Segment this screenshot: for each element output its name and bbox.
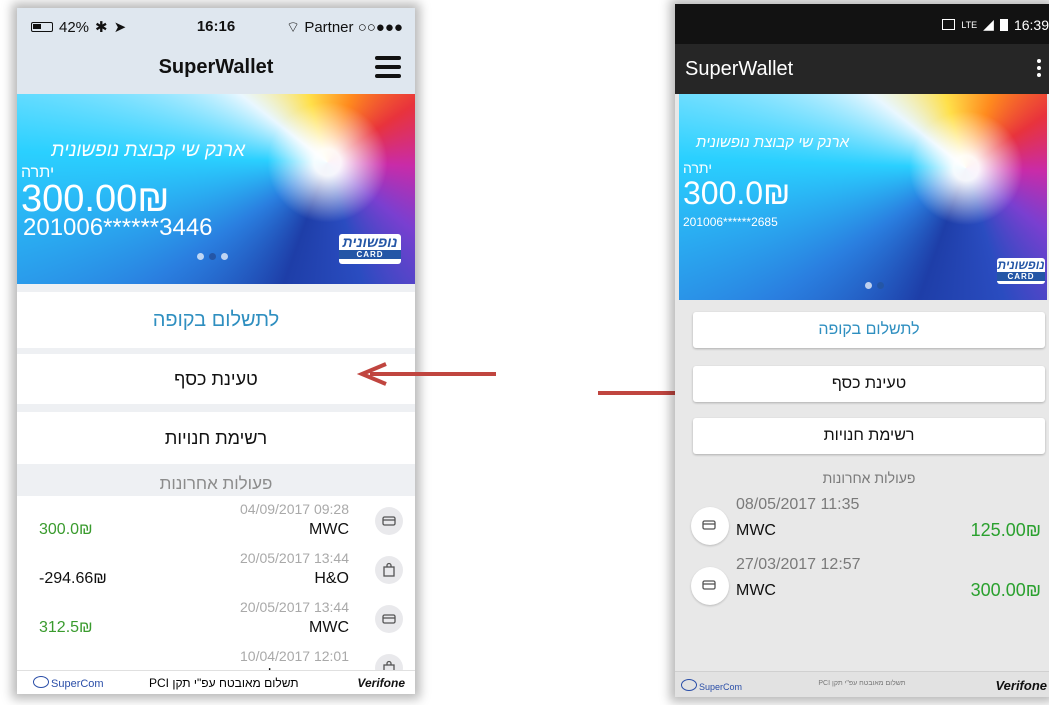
transaction-amount: 300.0₪ (39, 521, 93, 538)
more-options-icon[interactable] (1037, 59, 1041, 80)
pager-dot-active[interactable] (209, 253, 216, 260)
card-name: ארנק שי קבוצת נופשונית (51, 140, 245, 161)
stores-list-button[interactable]: רשימת חנויות (693, 418, 1045, 454)
transaction-amount: 300.00₪ (970, 580, 1041, 600)
android-app-bar: SuperWallet (675, 44, 1049, 94)
nofshonit-card-logo: נופשונית CARD (997, 258, 1045, 284)
card-pager[interactable] (865, 282, 884, 289)
transaction-row[interactable]: 04/09/2017 09:28 MWC 300.0₪ (17, 497, 415, 547)
pager-dot[interactable] (865, 282, 872, 289)
transaction-merchant: MWC (309, 521, 349, 538)
balance-label: יתרה (683, 160, 712, 176)
pager-dot-active[interactable] (877, 282, 884, 289)
load-money-button[interactable]: טעינת כסף (693, 366, 1045, 402)
transaction-merchant: MWC (736, 582, 776, 599)
status-time: 16:39 (1013, 16, 1049, 33)
card-icon (691, 507, 729, 545)
bag-icon (375, 556, 403, 584)
transaction-amount: -294.66₪ (39, 570, 107, 587)
card-pager[interactable] (197, 253, 228, 260)
pager-dot[interactable] (197, 253, 204, 260)
divider (17, 284, 415, 292)
card-name: ארנק שי קבוצת נופשונית (696, 134, 849, 151)
pci-secure-text: תשלום מאובטח עפ"י תקן PCI (149, 676, 299, 690)
recent-activity-title: פעולות אחרונות (822, 470, 916, 486)
transaction-row[interactable]: 20/05/2017 13:44 H&O -294.66₪ (17, 546, 415, 596)
transaction-datetime: 20/05/2017 13:44 (240, 599, 349, 615)
recent-activity-title: פעולות אחרונות (159, 474, 273, 493)
logo-text: נופשונית (997, 258, 1045, 272)
verifone-logo: Verifone (995, 678, 1047, 693)
transaction-merchant: MWC (309, 619, 349, 636)
logo-sub: CARD (339, 250, 401, 259)
card-icon (691, 567, 729, 605)
transaction-datetime: 27/03/2017 12:57 (736, 556, 861, 573)
app-title: SuperWallet (158, 56, 274, 78)
transaction-datetime: 08/05/2017 11:35 (736, 496, 860, 513)
wallet-card[interactable]: ארנק שי קבוצת נופשונית יתרה 300.00₪ 2010… (17, 94, 415, 284)
wifi-icon: ⌔ (286, 19, 301, 36)
ios-nav-bar: SuperWallet (17, 44, 415, 95)
logo-sub: CARD (997, 272, 1045, 281)
card-icon (375, 507, 403, 535)
cast-icon (942, 19, 956, 30)
card-balance: 300.0₪ (683, 175, 791, 211)
android-screenshot: LTE ◢ 16:39 SuperWallet ארנק שי קבוצת נו… (675, 4, 1049, 697)
transaction-amount: 125.00₪ (970, 520, 1041, 540)
pci-secure-text: תשלום מאובטח עפ"י תקן PCI (818, 680, 906, 687)
wallet-card[interactable]: ארנק שי קבוצת נופשונית יתרה 300.0₪ 20100… (679, 94, 1047, 300)
pay-at-register-button[interactable]: לתשלום בקופה (17, 292, 415, 348)
android-status-bar: LTE ◢ 16:39 (675, 4, 1049, 44)
card-number: 201006******3446 (23, 214, 213, 241)
transaction-row[interactable]: 20/05/2017 13:44 MWC 312.5₪ (17, 595, 415, 645)
network-type: LTE (961, 19, 978, 30)
app-title: SuperWallet (685, 58, 794, 80)
card-number: 201006******2685 (683, 215, 778, 229)
pager-dot[interactable] (221, 253, 228, 260)
verifone-logo: Verifone (357, 676, 405, 690)
signal-icon: ◢ (983, 16, 994, 32)
transaction-amount: 312.5₪ (39, 619, 93, 636)
battery-icon (999, 18, 1008, 31)
transaction-datetime: 04/09/2017 09:28 (240, 501, 349, 517)
transaction-merchant: H&O (314, 570, 349, 587)
signal-icon: ○○●●● (357, 19, 403, 36)
nofshonit-card-logo: נופשונית CARD (339, 234, 401, 264)
card-icon (375, 605, 403, 633)
hamburger-menu-icon[interactable] (375, 56, 401, 78)
transaction-row[interactable]: 08/05/2017 11:35 MWC 125.00₪ (675, 496, 1049, 556)
stores-list-button[interactable]: רשימת חנויות (17, 412, 415, 464)
pay-at-register-button[interactable]: לתשלום בקופה (693, 312, 1045, 348)
iphone-screenshot: 42% ✱ ➤ 16:16 ⌔ Partner ○○●●● SuperWalle… (17, 8, 415, 694)
transaction-datetime: 20/05/2017 13:44 (240, 550, 349, 566)
supercom-logo: SuperCom (33, 676, 104, 690)
transaction-datetime: 10/04/2017 12:01 (240, 648, 349, 664)
transaction-merchant: MWC (736, 522, 776, 539)
divider (17, 404, 415, 412)
ios-status-bar: 42% ✱ ➤ 16:16 ⌔ Partner ○○●●● (17, 8, 415, 44)
carrier-name: Partner (304, 19, 354, 36)
logo-text: נופשונית (342, 234, 398, 250)
arrow-left-icon (356, 362, 496, 386)
transaction-row[interactable]: 27/03/2017 12:57 MWC 300.00₪ (675, 556, 1049, 616)
supercom-logo: SuperCom (681, 679, 742, 692)
android-footer: SuperCom תשלום מאובטח עפ"י תקן PCI Verif… (675, 671, 1049, 697)
ios-footer: SuperCom תשלום מאובטח עפ"י תקן PCI Verif… (17, 670, 415, 694)
